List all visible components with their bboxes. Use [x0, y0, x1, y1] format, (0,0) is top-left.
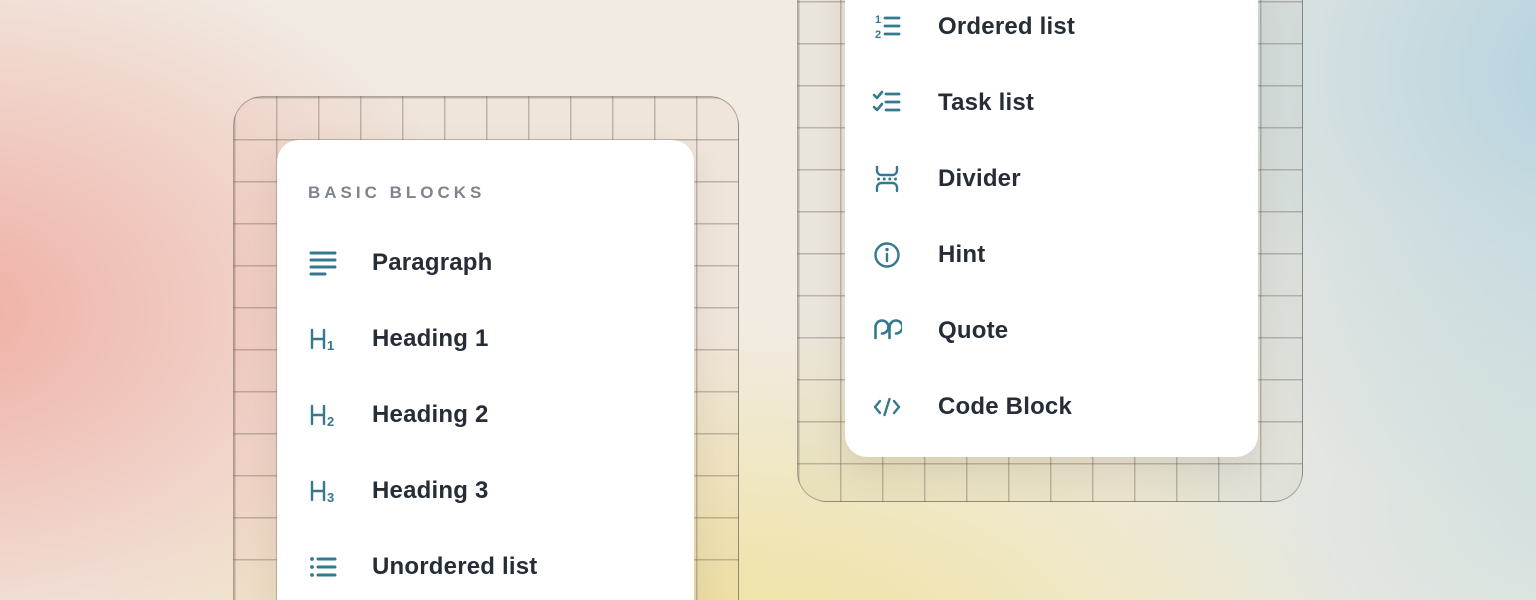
menu-item-label: Task list — [938, 89, 1034, 117]
menu-item-heading-1[interactable]: 1 Heading 1 — [308, 301, 694, 377]
hint-icon — [872, 240, 902, 270]
menu-item-task-list[interactable]: Task list — [872, 65, 1258, 141]
basic-blocks-list: Paragraph 1 Heading 1 2 — [308, 225, 694, 600]
menu-item-quote[interactable]: Quote — [872, 293, 1258, 369]
heading-1-icon: 1 — [308, 324, 338, 354]
divider-icon — [872, 164, 902, 194]
basic-blocks-menu: BASIC BLOCKS Paragraph 1 Heading 1 — [277, 140, 694, 600]
heading-2-icon: 2 — [308, 400, 338, 430]
svg-text:1: 1 — [875, 14, 881, 26]
menu-item-label: Heading 1 — [372, 325, 489, 353]
svg-text:3: 3 — [327, 490, 334, 505]
svg-text:2: 2 — [875, 29, 881, 41]
menu-item-heading-2[interactable]: 2 Heading 2 — [308, 377, 694, 453]
code-block-icon — [872, 392, 902, 422]
menu-item-paragraph[interactable]: Paragraph — [308, 225, 694, 301]
menu-item-label: Ordered list — [938, 13, 1075, 41]
menu-item-hint[interactable]: Hint — [872, 217, 1258, 293]
menu-item-label: Hint — [938, 241, 985, 269]
menu-item-heading-3[interactable]: 3 Heading 3 — [308, 453, 694, 529]
blocks-list: 1 2 Ordered list Task list — [872, 0, 1258, 445]
menu-item-label: Code Block — [938, 393, 1072, 421]
menu-item-code-block[interactable]: Code Block — [872, 369, 1258, 445]
menu-item-label: Heading 3 — [372, 477, 489, 505]
hero-canvas: BASIC BLOCKS Paragraph 1 Heading 1 — [0, 0, 1536, 600]
menu-item-label: Divider — [938, 165, 1021, 193]
section-label: BASIC BLOCKS — [308, 182, 694, 204]
menu-item-label: Unordered list — [372, 553, 538, 581]
svg-text:2: 2 — [327, 414, 334, 429]
svg-text:1: 1 — [327, 338, 334, 353]
menu-item-label: Quote — [938, 317, 1008, 345]
quote-icon — [872, 316, 902, 346]
heading-3-icon: 3 — [308, 476, 338, 506]
unordered-list-icon — [308, 552, 338, 582]
blocks-menu-continued: 1 2 Ordered list Task list — [845, 0, 1258, 457]
menu-item-label: Paragraph — [372, 249, 493, 277]
ordered-list-icon: 1 2 — [872, 12, 902, 42]
menu-item-unordered-list[interactable]: Unordered list — [308, 529, 694, 600]
task-list-icon — [872, 88, 902, 118]
menu-item-label: Heading 2 — [372, 401, 489, 429]
menu-item-ordered-list[interactable]: 1 2 Ordered list — [872, 0, 1258, 65]
menu-item-divider[interactable]: Divider — [872, 141, 1258, 217]
paragraph-icon — [308, 248, 338, 278]
